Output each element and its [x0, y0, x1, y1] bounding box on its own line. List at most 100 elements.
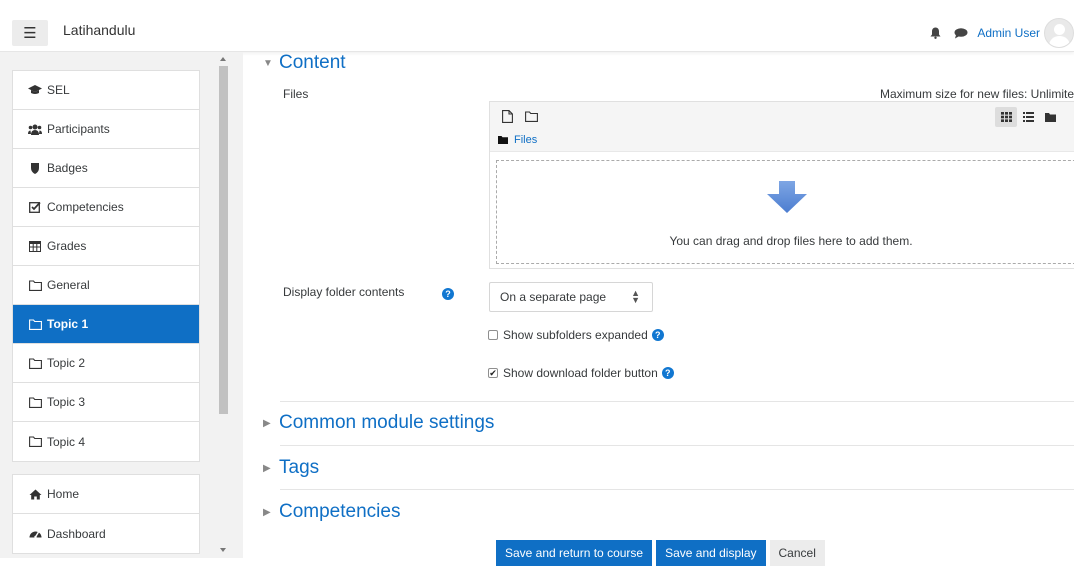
help-icon[interactable]: ?: [442, 288, 454, 300]
scrollbar-thumb[interactable]: [219, 66, 228, 414]
caret-right-icon: ▶: [263, 417, 271, 429]
site-name[interactable]: Latihandulu: [63, 22, 135, 38]
drawer-scrollbar[interactable]: [217, 52, 230, 558]
file-path: Files: [498, 134, 537, 146]
section-common-header[interactable]: ▶ Common module settings: [263, 412, 494, 434]
nav-drawer: SEL Participants Badges Competencies Gra…: [0, 52, 243, 558]
show-download-label: Show download folder button: [503, 366, 658, 380]
sidebar-item-label: SEL: [47, 83, 70, 97]
path-link-files[interactable]: Files: [514, 134, 537, 146]
form-buttons: Save and return to course Save and displ…: [496, 540, 829, 566]
sidebar-item-topic-1[interactable]: Topic 1: [13, 305, 199, 344]
scroll-up-arrow-icon[interactable]: [220, 57, 226, 61]
shield-icon: [28, 162, 42, 174]
sidebar-item-label: Participants: [47, 122, 110, 136]
sidebar-item-topic-2[interactable]: Topic 2: [13, 344, 199, 383]
divider: [280, 489, 1074, 490]
create-folder-icon[interactable]: [522, 107, 540, 125]
dashboard-icon: [28, 528, 42, 540]
grid-view-icon[interactable]: [995, 107, 1017, 127]
help-icon[interactable]: ?: [651, 329, 664, 341]
user-nav: Admin User: [925, 18, 1074, 48]
add-file-icon[interactable]: [498, 107, 516, 125]
user-menu-link[interactable]: Admin User: [977, 26, 1040, 40]
menu-toggle-button[interactable]: ☰: [12, 20, 48, 46]
section-competencies-header[interactable]: ▶ Competencies: [263, 501, 400, 523]
select-value: On a separate page: [500, 290, 607, 304]
sidebar-item-label: Dashboard: [47, 526, 106, 541]
file-manager: Files You can drag and drop files here t…: [489, 101, 1074, 269]
sidebar-item-label: Home: [47, 487, 80, 501]
scroll-down-arrow-icon[interactable]: [220, 548, 226, 552]
section-title: Common module settings: [279, 412, 495, 433]
chat-bubble-icon[interactable]: [953, 25, 969, 41]
main-content: ▼ Content Files Maximum size for new fil…: [243, 52, 1074, 566]
sidebar-item-dashboard[interactable]: Dashboard: [13, 514, 199, 553]
show-download-row: ✔ Show download folder button ?: [488, 366, 674, 380]
course-nav-list: SEL Participants Badges Competencies Gra…: [12, 70, 200, 462]
avatar[interactable]: [1044, 18, 1074, 48]
tree-view-icon[interactable]: [1039, 107, 1061, 127]
show-subfolders-label: Show subfolders expanded: [503, 328, 648, 342]
home-icon: [28, 488, 42, 500]
select-arrows-icon: ▲ ▼: [631, 288, 640, 305]
sidebar-item-grades[interactable]: Grades: [13, 227, 199, 266]
folder-icon: [28, 279, 42, 291]
folder-icon: [28, 436, 42, 448]
display-folder-select[interactable]: On a separate page ▲ ▼: [489, 282, 653, 312]
sidebar-item-label: Topic 1: [47, 317, 89, 331]
top-navbar: ☰ Latihandulu Admin User: [0, 12, 1074, 52]
section-content-header[interactable]: ▼ Content: [263, 52, 346, 74]
sidebar-item-label: General: [47, 278, 90, 292]
caret-right-icon: ▶: [263, 462, 271, 474]
sidebar-item-badges[interactable]: Badges: [13, 149, 199, 188]
show-subfolders-row: Show subfolders expanded ?: [488, 328, 664, 342]
sidebar-item-sel[interactable]: SEL: [13, 71, 199, 110]
list-view-icon[interactable]: [1017, 107, 1039, 127]
sidebar-item-label: Badges: [47, 161, 88, 175]
site-nav-list: Home Dashboard: [12, 474, 200, 554]
sidebar-item-competencies[interactable]: Competencies: [13, 188, 199, 227]
folder-icon: [28, 318, 42, 330]
sidebar-item-topic-4[interactable]: Topic 4: [13, 422, 199, 461]
folder-icon: [28, 396, 42, 408]
files-label: Files: [283, 87, 309, 101]
view-switcher: [995, 107, 1061, 127]
save-return-button[interactable]: Save and return to course: [496, 540, 653, 566]
sidebar-item-label: Topic 3: [47, 395, 86, 409]
folder-icon: [498, 136, 508, 144]
section-title: Tags: [279, 457, 320, 478]
bell-icon[interactable]: [925, 23, 945, 43]
sidebar-item-home[interactable]: Home: [13, 475, 199, 514]
sidebar-item-participants[interactable]: Participants: [13, 110, 199, 149]
dropzone-text: You can drag and drop files here to add …: [669, 234, 913, 248]
users-icon: [28, 123, 42, 135]
graduation-cap-icon: [28, 84, 42, 96]
sidebar-item-label: Grades: [47, 239, 87, 253]
sidebar-item-label: Topic 4: [47, 434, 86, 449]
divider: [280, 401, 1074, 402]
file-manager-toolbar: Files: [490, 102, 1074, 152]
table-icon: [28, 240, 42, 252]
cancel-button[interactable]: Cancel: [769, 540, 825, 566]
upload-arrow-icon: [767, 181, 807, 216]
section-tags-header[interactable]: ▶ Tags: [263, 457, 319, 479]
divider: [280, 445, 1074, 446]
file-dropzone[interactable]: You can drag and drop files here to add …: [496, 160, 1074, 264]
section-title: Competencies: [279, 501, 401, 522]
sidebar-item-general[interactable]: General: [13, 266, 199, 305]
folder-icon: [28, 357, 42, 369]
help-icon[interactable]: ?: [661, 367, 674, 379]
sidebar-item-label: Competencies: [47, 200, 124, 214]
caret-down-icon: ▼: [263, 57, 273, 69]
section-title: Content: [279, 52, 346, 73]
show-subfolders-checkbox[interactable]: [488, 330, 498, 340]
max-size-note: Maximum size for new files: Unlimite: [879, 87, 1074, 101]
show-download-checkbox[interactable]: ✔: [488, 368, 498, 378]
save-display-button[interactable]: Save and display: [656, 540, 766, 566]
sidebar-item-topic-3[interactable]: Topic 3: [13, 383, 199, 422]
check-square-icon: [28, 201, 42, 213]
sidebar-item-label: Topic 2: [47, 356, 86, 370]
caret-right-icon: ▶: [263, 506, 271, 518]
display-folder-label: Display folder contents: [283, 285, 405, 299]
